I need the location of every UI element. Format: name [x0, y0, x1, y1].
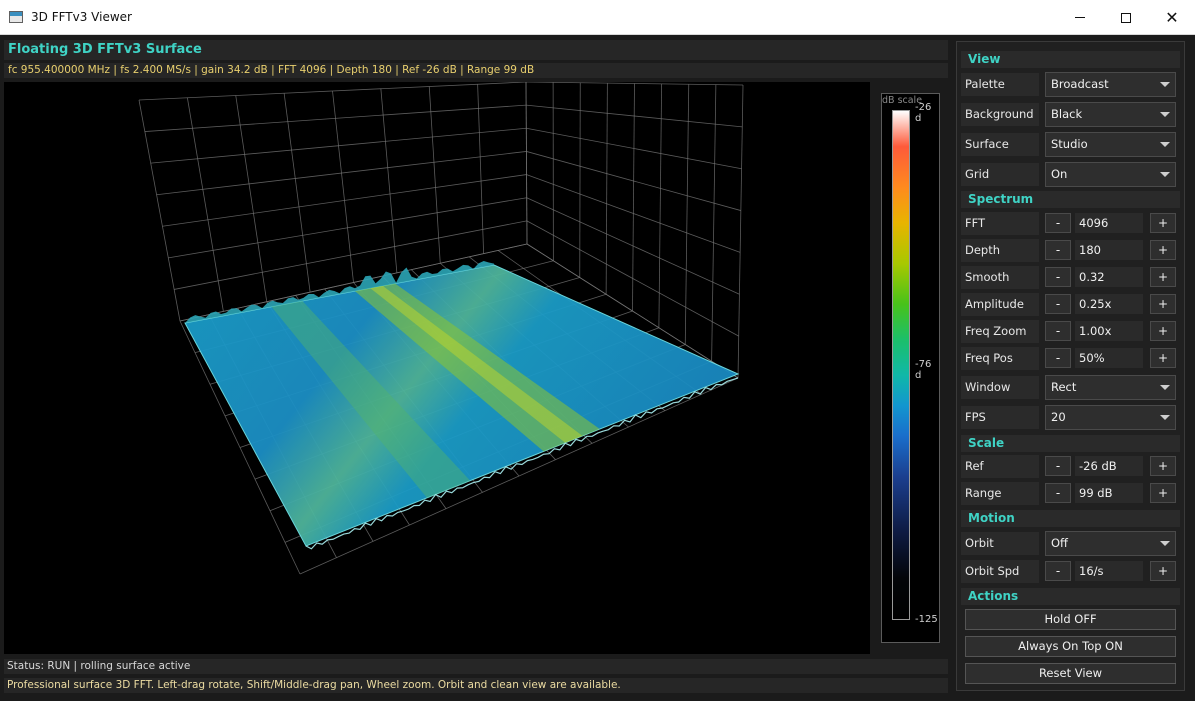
range-decrement-button[interactable]: - [1045, 483, 1071, 503]
amplitude-decrement-button[interactable]: - [1045, 294, 1071, 314]
chevron-down-icon [1160, 415, 1170, 420]
ref-label: Ref [961, 455, 1039, 478]
amplitude-label: Amplitude [961, 293, 1039, 316]
hold-button[interactable]: Hold OFF [965, 609, 1176, 630]
info-bar: fc 955.400000 MHz | fs 2.400 MS/s | gain… [4, 63, 948, 78]
orbit-spd-value[interactable]: 16/s [1075, 561, 1143, 581]
window-select[interactable]: Rect [1045, 375, 1176, 400]
chevron-down-icon [1160, 82, 1170, 87]
always-on-top-button[interactable]: Always On Top ON [965, 636, 1176, 657]
section-spectrum: Spectrum [961, 191, 1180, 208]
fft-increment-button[interactable]: + [1150, 213, 1176, 233]
grid-value: On [1051, 167, 1068, 181]
range-value[interactable]: 99 dB [1075, 483, 1143, 503]
surface-value: Studio [1051, 137, 1088, 151]
smooth-decrement-button[interactable]: - [1045, 267, 1071, 287]
smooth-value[interactable]: 0.32 [1075, 267, 1143, 287]
surface-select[interactable]: Studio [1045, 132, 1176, 157]
window-title: 3D FFTv3 Viewer [31, 10, 132, 24]
colorbar-bottom-label: -125 [915, 614, 938, 625]
smooth-label: Smooth [961, 266, 1039, 289]
ref-increment-button[interactable]: + [1150, 456, 1176, 476]
grid-label: Grid [961, 163, 1039, 186]
chevron-down-icon [1160, 112, 1170, 117]
freq-zoom-decrement-button[interactable]: - [1045, 321, 1071, 341]
background-value: Black [1051, 107, 1083, 121]
orbit-spd-decrement-button[interactable]: - [1045, 561, 1071, 581]
fps-label: FPS [961, 406, 1039, 429]
view-heading: Floating 3D FFTv3 Surface [4, 40, 948, 60]
section-motion: Motion [961, 510, 1180, 527]
palette-select[interactable]: Broadcast [1045, 72, 1176, 97]
chevron-down-icon [1160, 541, 1170, 546]
depth-decrement-button[interactable]: - [1045, 240, 1071, 260]
orbit-value: Off [1051, 536, 1068, 550]
orbit-label: Orbit [961, 532, 1039, 555]
window-titlebar: 3D FFTv3 Viewer ✕ [0, 0, 1195, 35]
freq-pos-increment-button[interactable]: + [1150, 348, 1176, 368]
chevron-down-icon [1160, 172, 1170, 177]
ref-value[interactable]: -26 dB [1075, 456, 1143, 476]
minimize-icon [1075, 17, 1085, 18]
freq-pos-value[interactable]: 50% [1075, 348, 1143, 368]
freq-zoom-label: Freq Zoom [961, 320, 1039, 343]
control-panel: View Palette Broadcast Background Black … [956, 41, 1185, 691]
palette-value: Broadcast [1051, 77, 1109, 91]
chevron-down-icon [1160, 142, 1170, 147]
orbit-spd-increment-button[interactable]: + [1150, 561, 1176, 581]
range-increment-button[interactable]: + [1150, 483, 1176, 503]
smooth-increment-button[interactable]: + [1150, 267, 1176, 287]
section-view: View [961, 51, 1180, 68]
window-controls: ✕ [1057, 0, 1195, 35]
db-colorbar: dB scale -26 d -76 d -125 [881, 93, 940, 643]
fft-3d-surface-canvas[interactable] [4, 82, 870, 654]
section-scale: Scale [961, 435, 1180, 452]
depth-label: Depth [961, 239, 1039, 262]
reset-view-button[interactable]: Reset View [965, 663, 1176, 684]
minimize-button[interactable] [1057, 0, 1103, 35]
palette-label: Palette [961, 73, 1039, 96]
fft-decrement-button[interactable]: - [1045, 213, 1071, 233]
window-label: Window [961, 376, 1039, 399]
colorbar-mid-label: -76 d [915, 359, 932, 381]
background-label: Background [961, 103, 1039, 126]
colorbar-gradient [892, 110, 910, 620]
chevron-down-icon [1160, 385, 1170, 390]
amplitude-increment-button[interactable]: + [1150, 294, 1176, 314]
maximize-icon [1121, 12, 1131, 23]
range-label: Range [961, 482, 1039, 505]
fft-value[interactable]: 4096 [1075, 213, 1143, 233]
close-icon: ✕ [1165, 7, 1179, 27]
fps-value: 20 [1051, 410, 1066, 424]
section-actions: Actions [961, 588, 1180, 605]
fft-label: FFT [961, 212, 1039, 235]
freq-pos-decrement-button[interactable]: - [1045, 348, 1071, 368]
colorbar-top-label: -26 d [915, 102, 932, 124]
fps-select[interactable]: 20 [1045, 405, 1176, 430]
grid-select[interactable]: On [1045, 162, 1176, 187]
window-value: Rect [1051, 380, 1077, 394]
freq-pos-label: Freq Pos [961, 347, 1039, 370]
help-text: Professional surface 3D FFT. Left-drag r… [4, 678, 948, 693]
status-bar: Status: RUN | rolling surface active [4, 659, 948, 674]
close-button[interactable]: ✕ [1149, 0, 1195, 35]
fft-3d-surface-view[interactable] [4, 82, 870, 654]
orbit-spd-label: Orbit Spd [961, 560, 1039, 583]
freq-zoom-increment-button[interactable]: + [1150, 321, 1176, 341]
amplitude-value[interactable]: 0.25x [1075, 294, 1143, 314]
surface-label: Surface [961, 133, 1039, 156]
background-select[interactable]: Black [1045, 102, 1176, 127]
maximize-button[interactable] [1103, 0, 1149, 35]
depth-value[interactable]: 180 [1075, 240, 1143, 260]
ref-decrement-button[interactable]: - [1045, 456, 1071, 476]
freq-zoom-value[interactable]: 1.00x [1075, 321, 1143, 341]
depth-increment-button[interactable]: + [1150, 240, 1176, 260]
app-icon [9, 11, 23, 23]
orbit-select[interactable]: Off [1045, 531, 1176, 556]
